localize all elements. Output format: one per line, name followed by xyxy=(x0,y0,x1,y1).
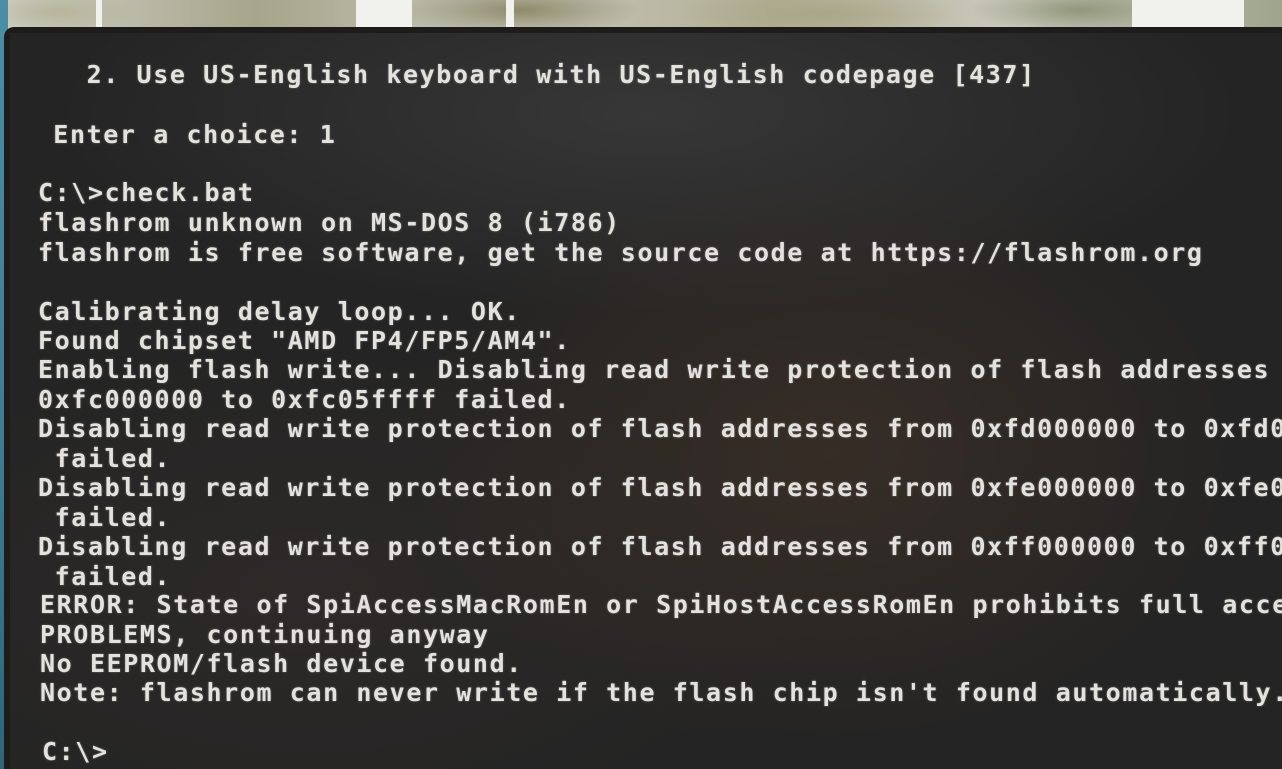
monitor-bezel: 2. Use US-English keyboard with US-Engli… xyxy=(4,27,1282,769)
console-line: Found chipset "AMD FP4/FP5/AM4". xyxy=(38,326,571,355)
console-line: Disabling read write protection of flash… xyxy=(38,414,1282,443)
console-line: Disabling read write protection of flash… xyxy=(38,473,1282,502)
console-line: 0xfc000000 to 0xfc05ffff failed. xyxy=(38,385,571,414)
console-line: ERROR: State of SpiAccessMacRomEn or Spi… xyxy=(40,590,1282,619)
console-line: 2. Use US-English keyboard with US-Engli… xyxy=(20,60,1036,89)
console-line: Note: flashrom can never write if the fl… xyxy=(40,678,1282,707)
console-line: No EEPROM/flash device found. xyxy=(40,649,523,678)
console-line: Enter a choice: 1 xyxy=(20,120,337,149)
dos-console-screen: 2. Use US-English keyboard with US-Engli… xyxy=(10,33,1282,769)
console-line: flashrom is free software, get the sourc… xyxy=(38,238,1204,267)
console-line: C:\>check.bat xyxy=(38,178,255,207)
console-line: Enabling flash write... Disabling read w… xyxy=(38,355,1271,384)
console-line: failed. xyxy=(38,503,172,532)
photo-scene: 2. Use US-English keyboard with US-Engli… xyxy=(0,0,1282,769)
console-line: failed. xyxy=(38,444,172,473)
console-line: Disabling read write protection of flash… xyxy=(38,532,1282,561)
console-line: flashrom unknown on MS-DOS 8 (i786) xyxy=(38,208,621,237)
console-prompt: C:\> xyxy=(42,737,109,766)
console-line: PROBLEMS, continuing anyway xyxy=(40,620,490,649)
console-line: failed. xyxy=(38,562,172,591)
console-line: Calibrating delay loop... OK. xyxy=(38,297,521,326)
